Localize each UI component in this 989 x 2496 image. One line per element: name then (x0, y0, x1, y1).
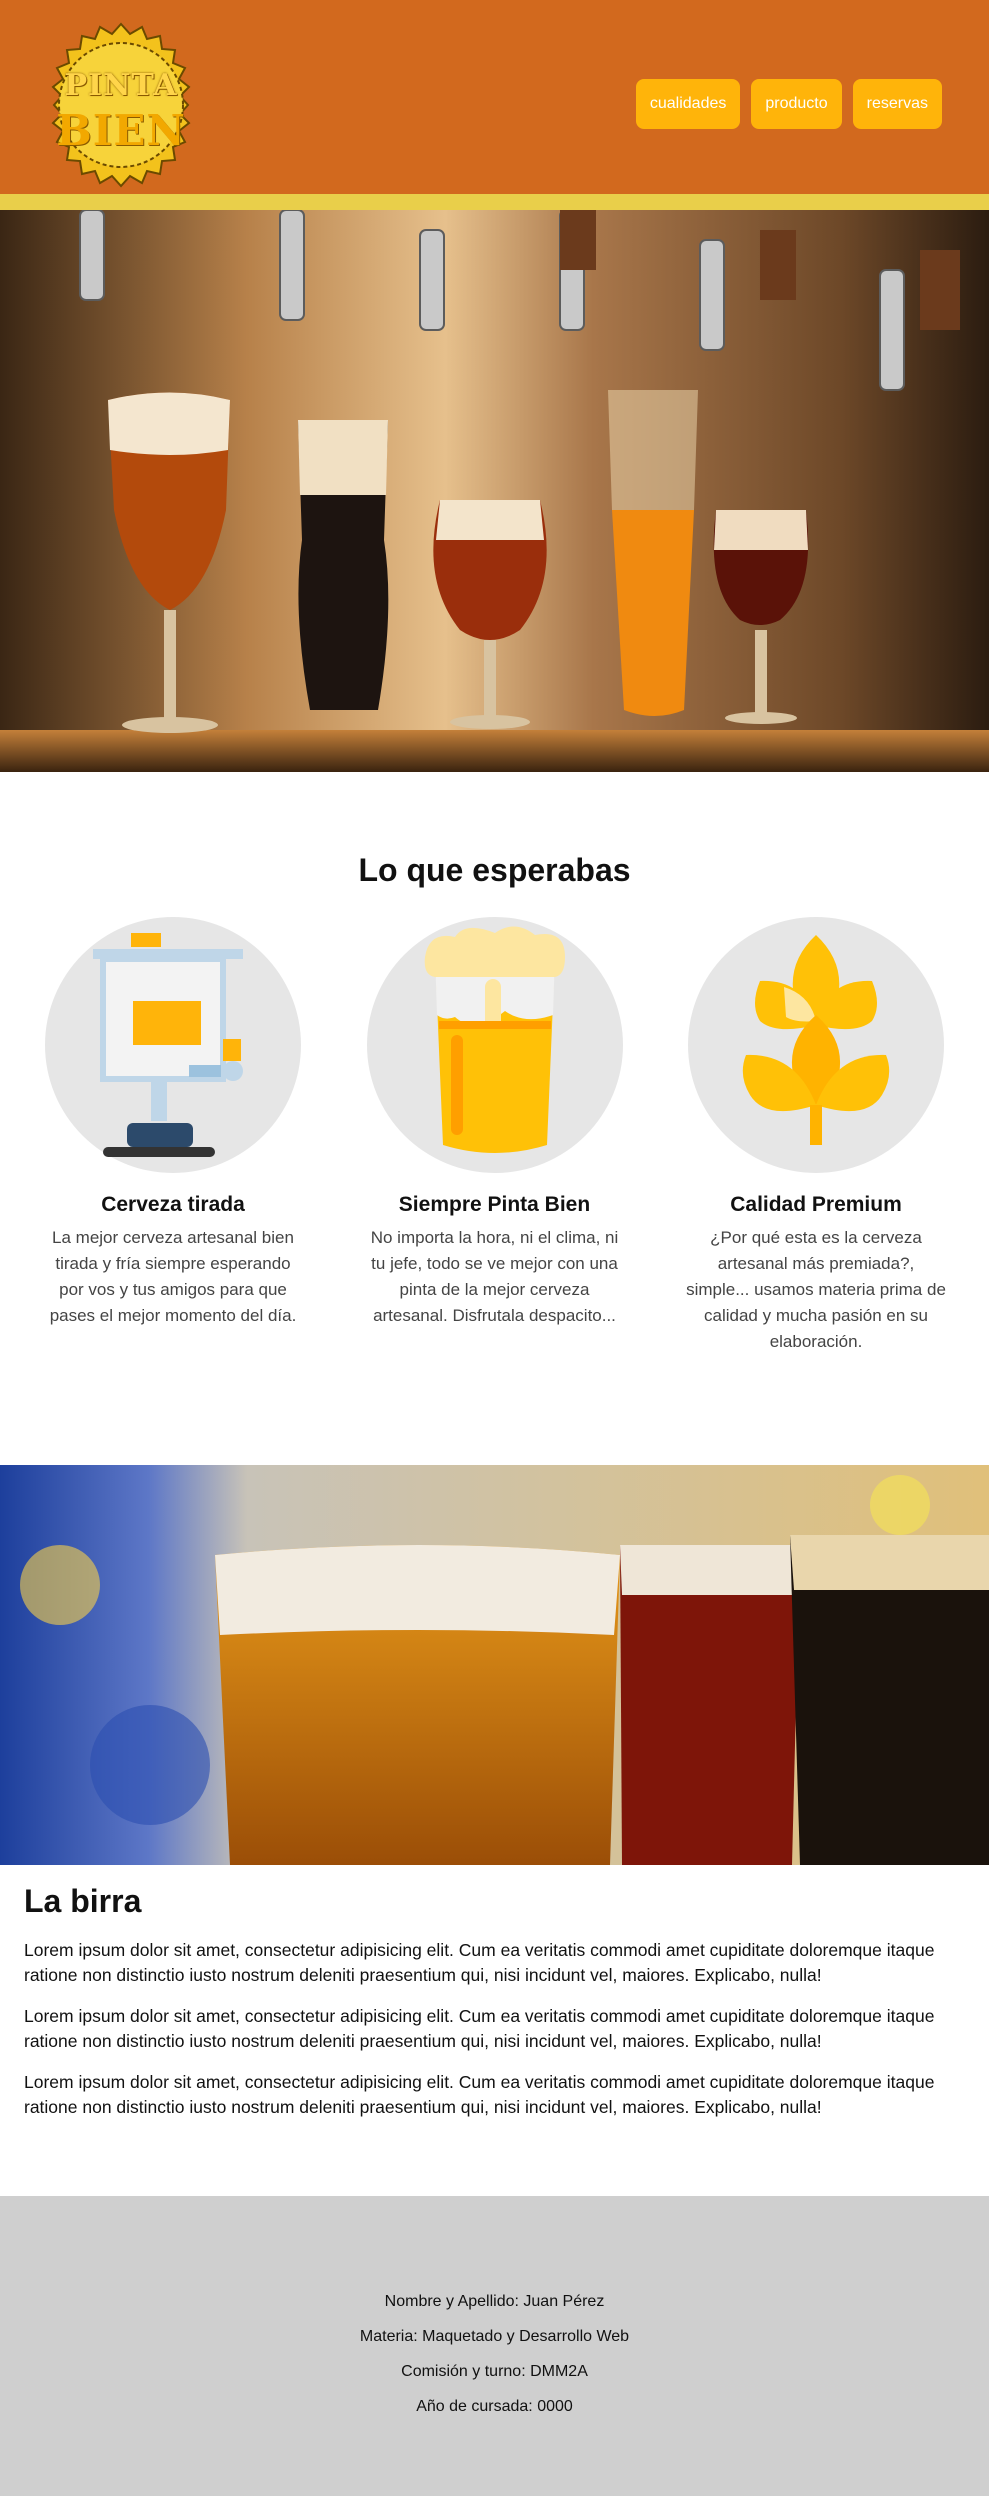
site-footer: Nombre y Apellido: Juan Pérez Materia: M… (0, 2196, 989, 2496)
header-stripe (0, 194, 989, 210)
feature-card-siempre-pinta-bien: Siempre Pinta Bien No importa la hora, n… (360, 917, 630, 1355)
feature-text: No importa la hora, ni el clima, ni tu j… (370, 1228, 619, 1325)
wheat-icon (742, 935, 890, 1145)
feature-text: ¿Por qué esta es la cerveza artesanal má… (686, 1228, 946, 1351)
banner-beer-glasses-image (0, 1465, 989, 1865)
banner-beers-image (0, 1465, 989, 1865)
site-header: PINTA BIEN cualidades producto reservas (0, 0, 989, 210)
footer-year: Año de cursada: 0000 (416, 2398, 573, 2415)
hero-beer-glasses-image (0, 210, 989, 772)
feature-card-calidad-premium: Calidad Premium ¿Por qué esta es la cerv… (681, 917, 951, 1355)
feature-text: La mejor cerveza artesanal bien tirada y… (49, 1228, 297, 1325)
pinta-bien-logo[interactable]: PINTA BIEN (38, 22, 204, 188)
article-paragraph: Lorem ipsum dolor sit amet, consectetur … (24, 1940, 935, 1985)
hero-image-beer-taps (0, 210, 989, 772)
nav-cualidades-button[interactable]: cualidades (635, 79, 741, 129)
feature-title: Calidad Premium (730, 1193, 902, 1216)
beer-glass-icon (424, 926, 565, 1153)
feature-title: Cerveza tirada (101, 1193, 245, 1216)
feature-icon-circle (366, 917, 623, 1173)
features-title: Lo que esperabas (358, 852, 631, 888)
feature-icon-circle (45, 917, 301, 1173)
article-paragraph: Lorem ipsum dolor sit amet, consectetur … (24, 2006, 935, 2051)
footer-commission: Comisión y turno: DMM2A (401, 2363, 588, 2380)
nav-producto-button[interactable]: producto (751, 79, 842, 129)
logo-text-pinta: PINTA (64, 68, 178, 103)
nav-reservas-button[interactable]: reservas (852, 79, 942, 129)
footer-subject: Materia: Maquetado y Desarrollo Web (359, 2328, 630, 2345)
feature-card-cerveza-tirada: Cerveza tirada La mejor cerveza artesana… (38, 917, 308, 1355)
footer-name: Nombre y Apellido: Juan Pérez (384, 2293, 605, 2310)
main-nav: cualidades producto reservas (635, 79, 942, 129)
beer-dispenser-icon (93, 933, 243, 1157)
article-section: La birra Lorem ipsum dolor sit amet, con… (0, 1865, 989, 2196)
feature-icon-circle (688, 917, 944, 1173)
logo-badge-icon (51, 22, 191, 188)
logo-text-bien: BIEN (56, 106, 186, 155)
article-paragraph: Lorem ipsum dolor sit amet, consectetur … (24, 2072, 935, 2117)
article-title: La birra (24, 1883, 142, 1919)
feature-title: Siempre Pinta Bien (398, 1193, 591, 1216)
feature-row: Cerveza tirada La mejor cerveza artesana… (0, 917, 989, 1355)
features-section: Lo que esperabas Cerveza tirada La mejor… (0, 772, 989, 1465)
